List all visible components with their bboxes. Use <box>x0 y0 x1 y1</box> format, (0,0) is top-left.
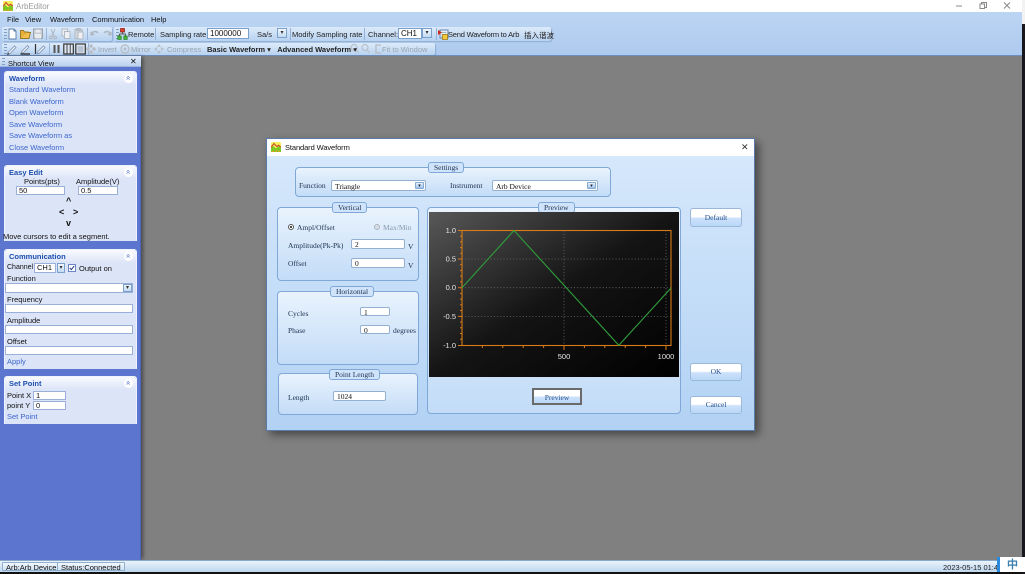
svg-text:0.0: 0.0 <box>446 283 456 292</box>
svg-text:1.0: 1.0 <box>446 226 456 235</box>
svg-text:-0.5: -0.5 <box>443 312 456 321</box>
svg-text:500: 500 <box>558 352 571 361</box>
svg-text:-1.0: -1.0 <box>443 341 456 350</box>
svg-text:1000: 1000 <box>658 352 675 361</box>
svg-text:0.5: 0.5 <box>446 255 456 264</box>
